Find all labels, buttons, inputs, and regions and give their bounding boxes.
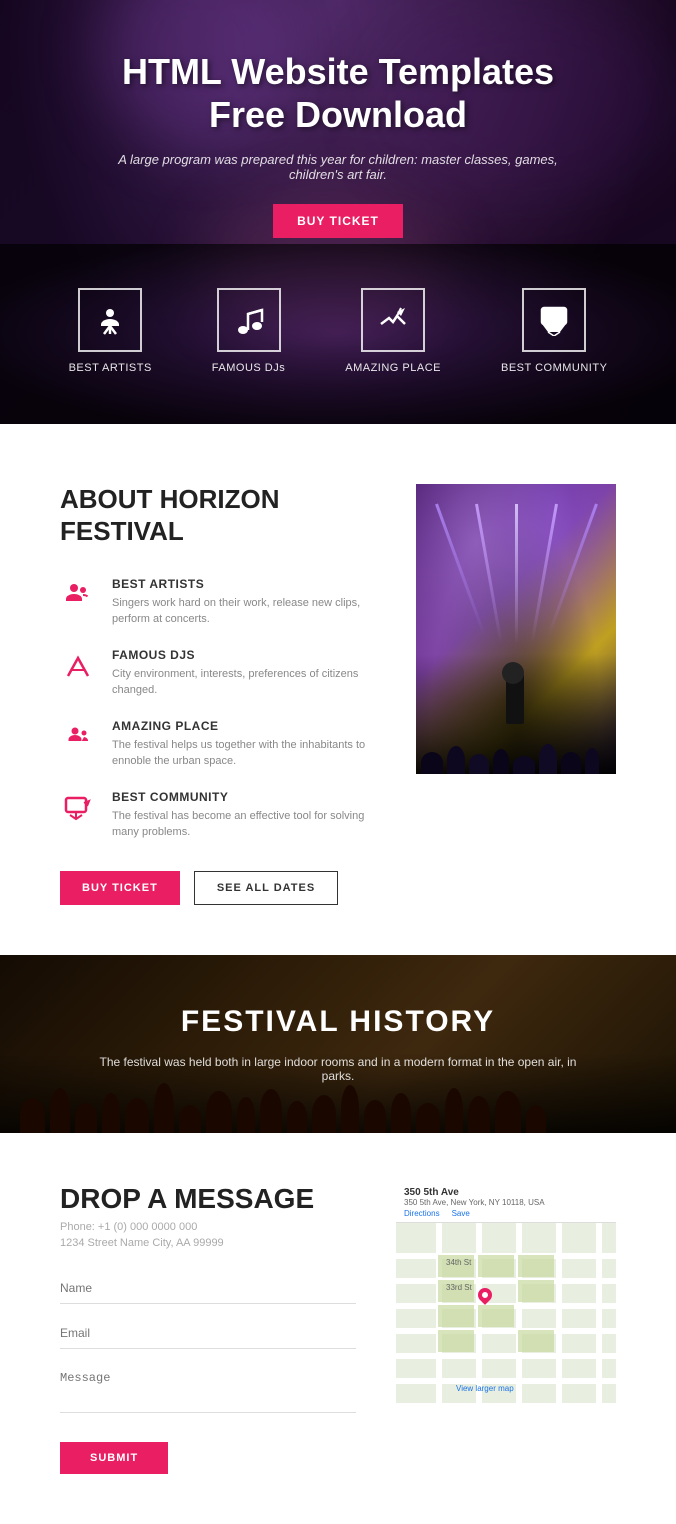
name-field <box>60 1273 356 1304</box>
about-famous-djs-icon <box>60 648 96 684</box>
hero-icon-best-artists: BEST ARTISTS <box>69 288 152 374</box>
famous-djs-label: FAMOUS DJs <box>212 362 285 374</box>
email-input[interactable] <box>60 1318 356 1349</box>
about-best-artists-heading: BEST ARTISTS <box>112 577 376 591</box>
famous-djs-icon <box>217 288 281 352</box>
message-input[interactable] <box>60 1363 356 1413</box>
hero-icon-amazing-place: AMAZING PLACE <box>345 288 441 374</box>
hero-icon-best-community: BEST COMMUNITY <box>501 288 607 374</box>
about-buy-ticket-button[interactable]: BUY TICKET <box>60 871 180 905</box>
contact-form: SUBMIT <box>60 1273 356 1474</box>
amazing-place-label: AMAZING PLACE <box>345 362 441 374</box>
map-container: 350 5th Ave 350 5th Ave, New York, NY 10… <box>396 1183 616 1403</box>
about-best-community-text: The festival has become an effective too… <box>112 808 376 841</box>
about-concert-image <box>416 484 616 774</box>
contact-section: DROP A MESSAGE Phone: +1 (0) 000 0000 00… <box>0 1133 676 1524</box>
about-list: BEST ARTISTS Singers work hard on their … <box>60 577 376 841</box>
about-right <box>416 484 616 904</box>
contact-left: DROP A MESSAGE Phone: +1 (0) 000 0000 00… <box>60 1183 356 1474</box>
contact-right: 350 5th Ave 350 5th Ave, New York, NY 10… <box>396 1183 616 1474</box>
history-section: FESTIVAL HISTORY The festival was held b… <box>0 955 676 1133</box>
about-amazing-place-text: The festival helps us together with the … <box>112 737 376 770</box>
map-header-title: 350 5th Ave <box>404 1187 608 1198</box>
contact-address: 1234 Street Name City, AA 99999 <box>60 1237 356 1249</box>
about-item-best-artists: BEST ARTISTS Singers work hard on their … <box>60 577 376 628</box>
about-item-amazing-place: AMAZING PLACE The festival helps us toge… <box>60 719 376 770</box>
amazing-place-icon <box>361 288 425 352</box>
map-actions: Directions Save <box>404 1209 608 1218</box>
hero-section: HTML Website Templates Free Download A l… <box>0 0 676 424</box>
name-input[interactable] <box>60 1273 356 1304</box>
map-header-address: 350 5th Ave, New York, NY 10118, USA <box>404 1198 608 1207</box>
about-best-community-heading: BEST COMMUNITY <box>112 790 376 804</box>
map-street-label-2: 33rd St <box>446 1283 472 1292</box>
about-item-famous-djs: FAMOUS DJs City environment, interests, … <box>60 648 376 699</box>
hero-icons-row: BEST ARTISTS FAMOUS DJs AMA <box>69 288 608 394</box>
about-famous-djs-heading: FAMOUS DJs <box>112 648 376 662</box>
contact-phone: Phone: +1 (0) 000 0000 000 <box>60 1221 356 1233</box>
about-item-best-community: BEST COMMUNITY The festival has become a… <box>60 790 376 841</box>
about-best-community-content: BEST COMMUNITY The festival has become a… <box>112 790 376 841</box>
history-title: FESTIVAL HISTORY <box>98 1005 578 1039</box>
about-best-community-icon <box>60 790 96 826</box>
about-buttons: BUY TICKET SEE ALL DATES <box>60 871 376 905</box>
best-community-label: BEST COMMUNITY <box>501 362 607 374</box>
about-best-artists-content: BEST ARTISTS Singers work hard on their … <box>112 577 376 628</box>
hero-subtitle: A large program was prepared this year f… <box>98 152 578 182</box>
map-street-label-1: 34th St <box>446 1258 471 1267</box>
best-artists-icon <box>78 288 142 352</box>
message-field <box>60 1363 356 1418</box>
about-famous-djs-content: FAMOUS DJs City environment, interests, … <box>112 648 376 699</box>
about-best-artists-text: Singers work hard on their work, release… <box>112 595 376 628</box>
hero-buy-ticket-button[interactable]: BUY TICKET <box>273 204 403 238</box>
about-left: ABOUT HORIZON FESTIVAL BEST ARTISTS Sing… <box>60 484 376 904</box>
best-artists-label: BEST ARTISTS <box>69 362 152 374</box>
hero-title: HTML Website Templates Free Download <box>98 50 578 136</box>
about-see-dates-button[interactable]: SEE ALL DATES <box>194 871 338 905</box>
contact-title: DROP A MESSAGE <box>60 1183 356 1215</box>
hero-icon-famous-djs: FAMOUS DJs <box>212 288 285 374</box>
about-amazing-place-heading: AMAZING PLACE <box>112 719 376 733</box>
about-amazing-place-content: AMAZING PLACE The festival helps us toge… <box>112 719 376 770</box>
map-header: 350 5th Ave 350 5th Ave, New York, NY 10… <box>396 1183 616 1223</box>
about-best-artists-icon <box>60 577 96 613</box>
about-title: ABOUT HORIZON FESTIVAL <box>60 484 376 546</box>
best-community-icon <box>522 288 586 352</box>
email-field <box>60 1318 356 1349</box>
map-directions-link[interactable]: Directions <box>404 1209 440 1218</box>
map-save-link[interactable]: Save <box>452 1209 470 1218</box>
about-amazing-place-icon <box>60 719 96 755</box>
about-section: ABOUT HORIZON FESTIVAL BEST ARTISTS Sing… <box>0 424 676 954</box>
submit-button[interactable]: SUBMIT <box>60 1442 168 1474</box>
map-larger-link[interactable]: View larger map <box>456 1384 514 1393</box>
about-famous-djs-text: City environment, interests, preferences… <box>112 666 376 699</box>
history-subtitle: The festival was held both in large indo… <box>98 1055 578 1083</box>
